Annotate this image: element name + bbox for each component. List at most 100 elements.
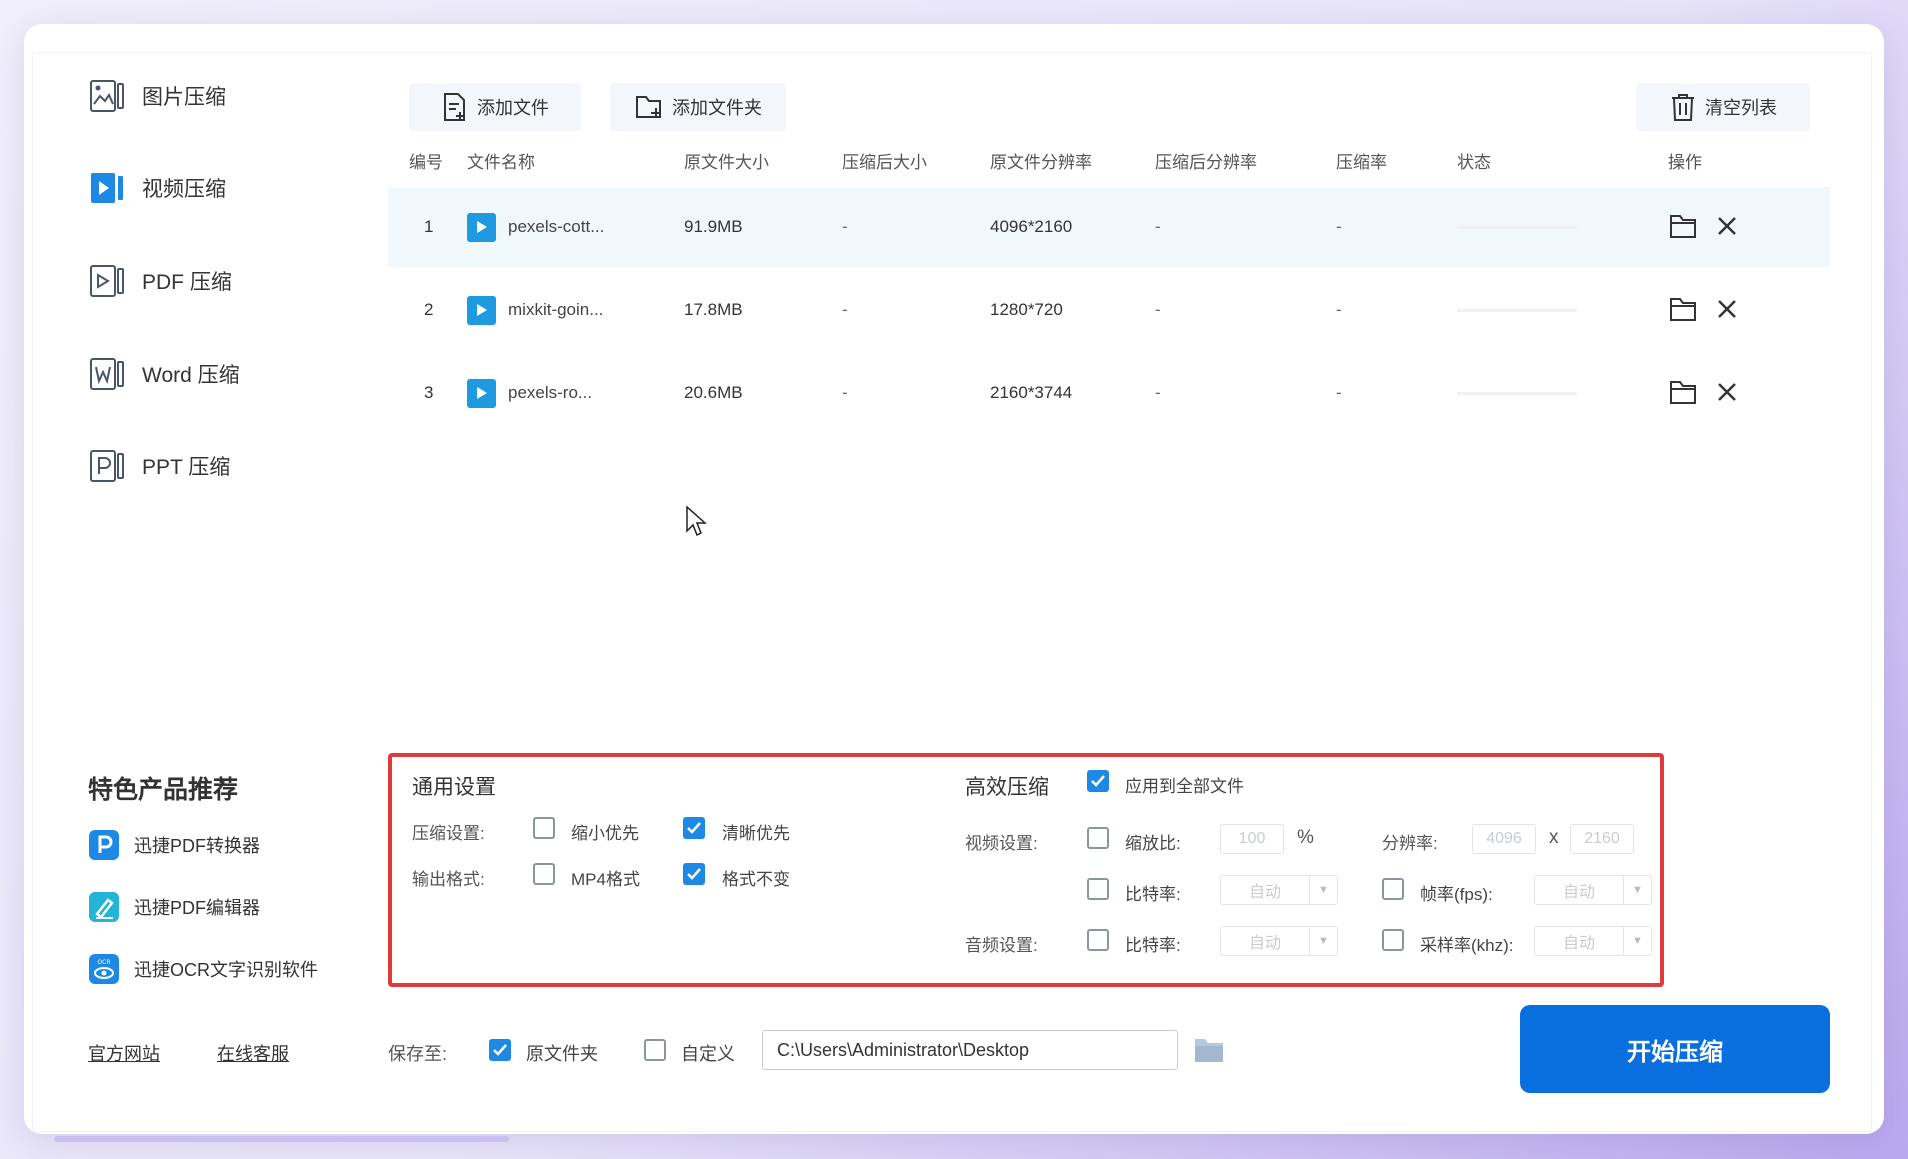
fps-select[interactable]: 自动 ▼ [1534, 875, 1652, 905]
sidebar-item-label: PDF 压缩 [142, 271, 232, 294]
video-compress-icon [91, 173, 123, 203]
size-priority-checkbox[interactable] [533, 817, 555, 839]
recommend-pdf-converter[interactable]: 迅捷PDF转换器 [88, 828, 260, 862]
audio-bitrate-value: 自动 [1248, 935, 1281, 952]
video-bitrate-checkbox[interactable] [1087, 878, 1109, 900]
scale-unit: % [1297, 827, 1314, 848]
fps-checkbox[interactable] [1382, 878, 1404, 900]
row-index: 3 [424, 383, 434, 402]
close-icon[interactable] [1716, 298, 1738, 320]
header-index: 编号 [409, 153, 443, 172]
header-actions: 操作 [1668, 153, 1702, 172]
scale-checkbox[interactable] [1087, 827, 1109, 849]
svg-text:OCR: OCR [97, 959, 110, 966]
video-settings-label: 视频设置: [965, 834, 1038, 853]
fps-label: 帧率(fps): [1420, 885, 1493, 904]
row-file-name: pexels-cott... [508, 217, 605, 236]
sample-rate-label: 采样率(khz): [1420, 936, 1514, 955]
sidebar-item-ppt[interactable]: PPT 压缩 [88, 444, 230, 488]
row-ratio: - [1336, 300, 1342, 319]
close-icon[interactable] [1716, 381, 1738, 403]
row-resolution: 1280*720 [990, 300, 1063, 319]
sample-rate-value: 自动 [1562, 935, 1595, 952]
header-ratio: 压缩率 [1336, 153, 1387, 172]
sidebar-item-label: 图片压缩 [142, 86, 226, 109]
horizontal-scrollbar[interactable] [54, 1136, 509, 1142]
sidebar-item-word[interactable]: Word 压缩 [88, 352, 240, 396]
audio-bitrate-select[interactable]: 自动 ▼ [1220, 926, 1338, 956]
row-resolution: 4096*2160 [990, 217, 1073, 236]
clarity-priority-checkbox[interactable] [683, 817, 705, 839]
row-progress-bar [1457, 392, 1577, 395]
browse-folder-icon[interactable] [1193, 1036, 1225, 1064]
clear-list-button[interactable]: 清空列表 [1636, 83, 1810, 131]
row-compressed-size: - [842, 300, 848, 319]
open-folder-icon[interactable] [1668, 294, 1698, 324]
header-compressed-size: 压缩后大小 [842, 153, 927, 172]
open-folder-icon[interactable] [1668, 211, 1698, 241]
settings-panel: 通用设置 压缩设置: 缩小优先 清晰优先 输出格式: MP4格式 格式不变 高效… [388, 753, 1664, 987]
table-row[interactable]: 3 pexels-ro... 20.6MB - 2160*3744 - - [388, 353, 1830, 433]
sidebar-item-label: PPT 压缩 [142, 456, 231, 479]
header-name: 文件名称 [467, 153, 535, 172]
size-priority-label: 缩小优先 [571, 824, 639, 843]
row-compressed-size: - [842, 383, 848, 402]
row-progress-bar [1457, 226, 1577, 229]
header-status: 状态 [1457, 153, 1491, 172]
sample-rate-checkbox[interactable] [1382, 929, 1404, 951]
add-folder-button[interactable]: 添加文件夹 [610, 83, 786, 131]
start-compress-button[interactable]: 开始压缩 [1520, 1005, 1830, 1093]
resolution-label: 分辨率: [1382, 834, 1438, 853]
resolution-width-input[interactable]: 4096 [1472, 824, 1536, 854]
row-resolution: 2160*3744 [990, 383, 1073, 402]
row-compressed-resolution: - [1155, 300, 1161, 319]
table-row[interactable]: 1 pexels-cott... 91.9MB - 4096*2160 - - [388, 187, 1830, 267]
save-path-input[interactable]: C:\Users\Administrator\Desktop [762, 1030, 1178, 1070]
row-file: pexels-ro... [467, 353, 592, 433]
sample-rate-select[interactable]: 自动 ▼ [1534, 926, 1652, 956]
advanced-settings-title: 高效压缩 [965, 776, 1049, 799]
resolution-height-input[interactable]: 2160 [1570, 824, 1634, 854]
scale-input[interactable]: 100 [1220, 824, 1284, 854]
recommend-ocr[interactable]: OCR 迅捷OCR文字识别软件 [88, 952, 318, 986]
mouse-cursor-icon [686, 505, 707, 537]
sidebar-item-image[interactable]: 图片压缩 [88, 74, 226, 118]
custom-folder-checkbox[interactable] [644, 1039, 666, 1061]
clarity-priority-label: 清晰优先 [722, 824, 790, 843]
open-folder-icon[interactable] [1668, 377, 1698, 407]
mp4-format-checkbox[interactable] [533, 863, 555, 885]
sidebar-item-pdf[interactable]: PDF 压缩 [88, 259, 232, 303]
add-folder-icon [636, 96, 661, 118]
sidebar-item-label: Word 压缩 [142, 364, 240, 387]
ppt-compress-icon [90, 450, 124, 482]
close-icon[interactable] [1716, 215, 1738, 237]
row-size: 20.6MB [684, 383, 743, 402]
video-bitrate-value: 自动 [1248, 884, 1281, 901]
video-bitrate-select[interactable]: 自动 ▼ [1220, 875, 1338, 905]
audio-bitrate-checkbox[interactable] [1087, 929, 1109, 951]
chevron-down-icon: ▼ [1623, 876, 1651, 904]
trash-icon [1672, 94, 1694, 121]
apply-all-checkbox[interactable] [1087, 770, 1109, 792]
add-file-button[interactable]: 添加文件 [409, 83, 581, 131]
pdf-editor-icon [89, 892, 119, 922]
chevron-down-icon: ▼ [1309, 876, 1337, 904]
video-file-icon [467, 212, 496, 242]
sidebar-item-video[interactable]: 视频压缩 [88, 166, 226, 210]
online-support-link[interactable]: 在线客服 [217, 1040, 289, 1066]
header-resolution: 原文件分辨率 [990, 153, 1092, 172]
chevron-down-icon: ▼ [1623, 927, 1651, 955]
row-size: 17.8MB [684, 300, 743, 319]
apply-all-label: 应用到全部文件 [1125, 777, 1244, 796]
original-folder-checkbox[interactable] [489, 1039, 511, 1061]
table-row[interactable]: 2 mixkit-goin... 17.8MB - 1280*720 - - [388, 270, 1830, 350]
recommend-pdf-editor[interactable]: 迅捷PDF编辑器 [88, 890, 260, 924]
audio-settings-label: 音频设置: [965, 936, 1038, 955]
mp4-format-label: MP4格式 [571, 870, 640, 889]
compress-setting-label: 压缩设置: [412, 824, 485, 843]
video-file-icon [467, 295, 496, 325]
keep-format-checkbox[interactable] [683, 863, 705, 885]
official-site-link[interactable]: 官方网站 [88, 1040, 160, 1066]
pdf-compress-icon [90, 265, 124, 297]
video-bitrate-label: 比特率: [1125, 885, 1181, 904]
